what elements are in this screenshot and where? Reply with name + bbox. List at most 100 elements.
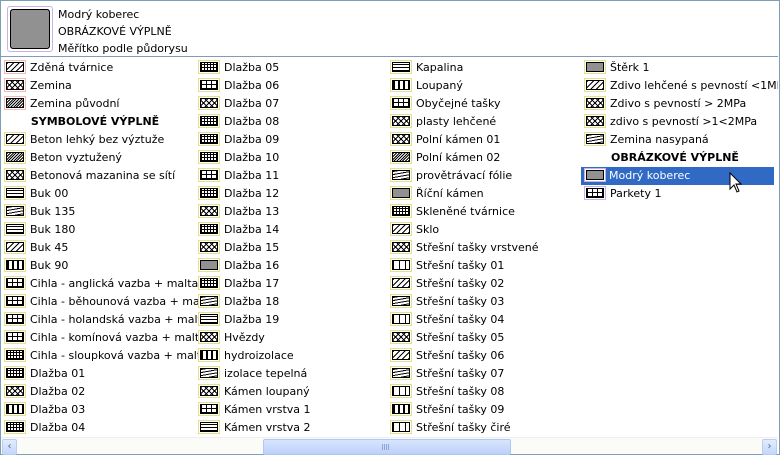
fill-list: Zděná tvárnice Zemina Zemina původní SYMBOL… xyxy=(0,57,778,437)
vert-pattern-icon xyxy=(4,258,26,272)
vert-pattern-icon xyxy=(390,402,412,416)
fill-label: plasty lehčené xyxy=(416,115,497,128)
fill-label: Střešní tašky 05 xyxy=(416,331,505,344)
fill-label: Cihla - běhounová vazba + malta xyxy=(30,295,214,308)
fill-label: Střešní tašky 09 xyxy=(416,403,505,416)
cross-pattern-icon xyxy=(584,96,606,110)
hatch-pattern-icon xyxy=(584,78,606,92)
fill-preview: Modrý koberec OBRÁZKOVÉ VÝPLNĚ Měřítko p… xyxy=(0,0,778,57)
hatch-pattern-icon xyxy=(390,348,412,362)
grip-icon xyxy=(382,444,390,450)
dots-pattern-icon xyxy=(584,60,606,74)
fill-label: Buk 90 xyxy=(30,259,69,272)
cross-pattern-icon xyxy=(390,114,412,128)
grid-pattern-icon xyxy=(390,204,412,218)
fill-label: Obyčejné tašky xyxy=(416,97,501,110)
fill-label: provětrávací fólie xyxy=(416,169,513,182)
fill-label: Dlažba 15 xyxy=(224,241,280,254)
hatch-pattern-icon xyxy=(4,132,26,146)
brick-pattern-icon xyxy=(198,402,220,416)
dense-pattern-icon xyxy=(4,150,26,164)
fill-label: Dlažba 05 xyxy=(224,61,280,74)
fill-label: Sklo xyxy=(416,223,440,236)
lines-pattern-icon xyxy=(4,222,26,236)
fill-label: Dlažba 11 xyxy=(224,169,280,182)
fill-label: izolace tepelná xyxy=(224,367,308,380)
fill-label: Beton lehký bez výztuže xyxy=(30,133,165,146)
fill-label: Říční kámen xyxy=(416,187,484,200)
waves-pattern-icon xyxy=(390,168,412,182)
fill-label: Dlažba 10 xyxy=(224,151,280,164)
brick-pattern-icon xyxy=(390,96,412,110)
fill-label: Dlažba 02 xyxy=(30,385,86,398)
fill-label: Střešní tašky 02 xyxy=(416,277,505,290)
brick-pattern-icon xyxy=(4,294,26,308)
scrollbar-thumb[interactable] xyxy=(263,439,511,455)
fill-label: Dlažba 19 xyxy=(224,313,280,326)
fill-label: Střešní tašky vrstvené xyxy=(416,241,539,254)
horizontal-scrollbar[interactable]: ‹ › xyxy=(1,437,778,455)
fill-label: Skleněné tvárnice xyxy=(416,205,515,218)
fill-label: Dlažba 06 xyxy=(224,79,280,92)
scroll-right-button[interactable]: › xyxy=(762,439,777,455)
waves-pattern-icon xyxy=(390,366,412,380)
grid-pattern-icon xyxy=(4,420,26,434)
lines-pattern-icon xyxy=(198,312,220,326)
fill-label: Štěrk 1 xyxy=(610,61,650,74)
waves-pattern-icon xyxy=(4,204,26,218)
arch-pattern-icon xyxy=(390,384,412,398)
brick-pattern-icon xyxy=(584,186,606,200)
fill-label: Zemina xyxy=(30,79,72,92)
vert-pattern-icon xyxy=(198,348,220,362)
fill-label: Modrý koberec xyxy=(609,169,691,182)
fill-label: Dlažba 12 xyxy=(224,187,280,200)
grid-pattern-icon xyxy=(198,186,220,200)
fill-label: Cihla - komínová vazba + malta xyxy=(30,331,206,344)
grid-pattern-icon xyxy=(198,132,220,146)
fill-label: Betonová mazanina se sítí xyxy=(30,169,176,182)
lines-pattern-icon xyxy=(390,60,412,74)
vert-pattern-icon xyxy=(4,402,26,416)
preview-fill-name: Modrý koberec xyxy=(58,8,140,21)
brick-pattern-icon xyxy=(198,168,220,182)
cross-pattern-icon xyxy=(198,204,220,218)
fill-label: Cihla - sloupková vazba + malta xyxy=(30,349,208,362)
fill-label: Hvězdy xyxy=(224,331,265,344)
fill-label: Dlažba 13 xyxy=(224,205,280,218)
brick-pattern-icon xyxy=(4,330,26,344)
arch-pattern-icon xyxy=(390,420,412,434)
fill-label: Dlažba 16 xyxy=(224,259,280,272)
cross-pattern-icon xyxy=(198,384,220,398)
fill-label: Střešní tašky čiré xyxy=(416,421,511,434)
fill-label: Střešní tašky 08 xyxy=(416,385,505,398)
scroll-left-button[interactable]: ‹ xyxy=(2,439,17,455)
brick-pattern-icon xyxy=(4,276,26,290)
grid-pattern-icon xyxy=(198,150,220,164)
arch-pattern-icon xyxy=(390,312,412,326)
cross-pattern-icon xyxy=(198,240,220,254)
cross-pattern-icon xyxy=(198,330,220,344)
fill-label: Dlažba 17 xyxy=(224,277,280,290)
hatch-pattern-icon xyxy=(4,240,26,254)
fill-label: Dlažba 03 xyxy=(30,403,86,416)
vert-pattern-icon xyxy=(390,78,412,92)
grid-pattern-icon xyxy=(198,114,220,128)
brick-pattern-icon xyxy=(4,312,26,326)
fill-label: Buk 180 xyxy=(30,223,76,236)
fill-label: Kámen loupaný xyxy=(224,385,310,398)
fill-label: Střešní tašky 03 xyxy=(416,295,505,308)
grid-pattern-icon xyxy=(4,366,26,380)
hatch-pattern-icon xyxy=(4,60,26,74)
fill-label: Kapalina xyxy=(416,61,464,74)
brick-pattern-icon xyxy=(198,78,220,92)
fill-label: Kámen vrstva 1 xyxy=(224,403,311,416)
preview-fill-scale: Měřítko podle půdorysu xyxy=(58,42,188,55)
waves-pattern-icon xyxy=(198,366,220,380)
fill-label: hydroizolace xyxy=(224,349,294,362)
dots-pattern-icon xyxy=(198,258,220,272)
fill-label: Polní kámen 01 xyxy=(416,133,501,146)
fill-label: Dlažba 07 xyxy=(224,97,280,110)
waves-pattern-icon xyxy=(198,294,220,308)
fill-label: Zemina nasypaná xyxy=(610,133,709,146)
arch-pattern-icon xyxy=(390,258,412,272)
